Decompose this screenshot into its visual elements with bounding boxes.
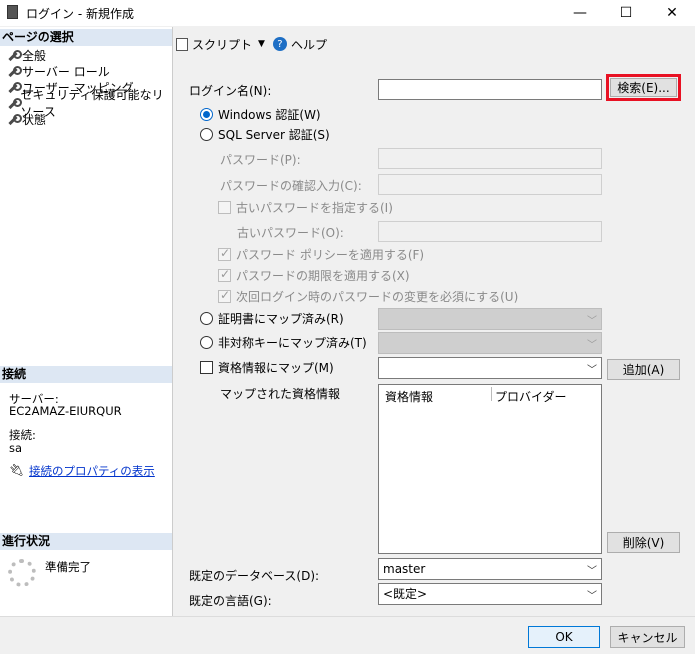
old-password-checkbox[interactable]: 古いパスワードを指定する(I) <box>218 199 393 216</box>
app-icon <box>7 5 18 19</box>
connection-value: sa <box>9 441 23 455</box>
close-button[interactable]: ✕ <box>649 0 695 26</box>
credential-map-checkbox[interactable]: 資格情報にマップ(M) <box>200 359 334 376</box>
radio-unselected[interactable] <box>200 336 213 349</box>
toolbar: スクリプト ▼ ? ヘルプ <box>176 33 327 55</box>
progress-header: 進行状況 <box>0 533 172 550</box>
chevron-down-icon: ﹀ <box>587 566 597 577</box>
grid-col-provider[interactable]: プロバイダー <box>495 388 567 405</box>
password-confirm-label: パスワードの確認入力(C): <box>220 179 362 193</box>
login-name-label: ログイン名(N): <box>189 84 272 98</box>
search-button[interactable]: 検索(E)... <box>610 78 677 97</box>
login-name-input[interactable] <box>378 79 602 100</box>
default-language-select[interactable]: <既定> ﹀ <box>378 583 602 605</box>
wrench-icon <box>7 81 22 93</box>
window-title: ログイン - 新規作成 <box>26 7 134 21</box>
chevron-down-icon: ﹀ <box>587 591 597 602</box>
grid-col-credential[interactable]: 資格情報 <box>385 388 433 405</box>
ok-button[interactable]: OK <box>528 626 600 648</box>
page-item-general[interactable]: 全般 <box>7 47 46 63</box>
mapped-credentials-label: マップされた資格情報 <box>220 387 341 401</box>
wrench-icon <box>7 49 22 61</box>
plug-icon: 🔌︎ <box>9 463 25 477</box>
page-item-status[interactable]: 状態 <box>7 111 46 127</box>
help-button[interactable]: ヘルプ <box>291 36 327 53</box>
cert-map-option[interactable]: 証明書にマップ済み(R) <box>200 310 344 327</box>
password-label: パスワード(P): <box>220 153 301 167</box>
progress-status: 準備完了 <box>45 560 91 574</box>
checkbox[interactable] <box>200 361 213 374</box>
wrench-icon <box>7 65 22 77</box>
credential-select[interactable]: ﹀ <box>378 357 602 379</box>
left-pane: ページの選択 全般 サーバー ロール ユーザー マッピング セキュリティ保護可能… <box>0 27 173 616</box>
default-language-label: 既定の言語(G): <box>189 594 272 608</box>
checkbox[interactable] <box>218 246 231 261</box>
old-password-input[interactable] <box>378 221 602 242</box>
footer-divider <box>0 616 695 617</box>
checkbox[interactable] <box>218 201 231 214</box>
checkbox[interactable] <box>218 267 231 282</box>
page-select-header: ページの選択 <box>0 29 172 46</box>
grid-col-divider <box>491 387 492 401</box>
checkbox[interactable] <box>218 288 231 303</box>
chevron-down-icon: ﹀ <box>587 340 597 351</box>
default-database-select[interactable]: master ﹀ <box>378 558 602 580</box>
windows-auth-option[interactable]: Windows 認証(W) <box>200 106 321 123</box>
radio-unselected[interactable] <box>200 128 213 141</box>
default-db-label: 既定のデータベース(D): <box>189 569 320 583</box>
connection-header: 接続 <box>0 366 172 383</box>
mapped-credentials-grid[interactable]: 資格情報 プロバイダー <box>378 384 602 554</box>
script-button[interactable]: スクリプト <box>192 36 252 53</box>
help-icon: ? <box>272 37 287 51</box>
maximize-button[interactable]: ☐ <box>603 0 649 26</box>
radio-selected[interactable] <box>200 108 213 121</box>
progress-spinner-icon <box>8 559 36 587</box>
chevron-down-icon: ﹀ <box>587 316 597 327</box>
minimize-button[interactable]: — <box>557 0 603 26</box>
page-item-securables[interactable]: セキュリティ保護可能なリソース <box>7 88 172 119</box>
old-password-label: 古いパスワード(O): <box>237 226 344 240</box>
title-bar: ログイン - 新規作成 — ☐ ✕ <box>0 0 695 26</box>
certificate-select[interactable]: ﹀ <box>378 308 602 330</box>
must-change-checkbox[interactable]: 次回ログイン時のパスワードの変更を必須にする(U) <box>218 288 518 305</box>
radio-unselected[interactable] <box>200 312 213 325</box>
wrench-icon <box>7 113 22 125</box>
policy-checkbox[interactable]: パスワード ポリシーを適用する(F) <box>218 246 424 263</box>
wrench-icon <box>7 97 23 109</box>
script-icon <box>176 37 188 51</box>
asym-key-select[interactable]: ﹀ <box>378 332 602 354</box>
remove-button[interactable]: 削除(V) <box>607 532 680 553</box>
cancel-button[interactable]: キャンセル <box>610 626 685 648</box>
password-confirm-input[interactable] <box>378 174 602 195</box>
add-button[interactable]: 追加(A) <box>607 359 680 380</box>
connection-properties-link[interactable]: 接続のプロパティの表示 <box>29 463 155 479</box>
chevron-down-icon[interactable]: ▼ <box>258 39 265 49</box>
asym-key-map-option[interactable]: 非対称キーにマップ済み(T) <box>200 334 367 351</box>
chevron-down-icon: ﹀ <box>587 365 597 376</box>
page-item-server-roles[interactable]: サーバー ロール <box>7 63 110 79</box>
server-value: EC2AMAZ-EIURQUR <box>9 404 122 418</box>
sql-auth-option[interactable]: SQL Server 認証(S) <box>200 126 330 143</box>
password-input[interactable] <box>378 148 602 169</box>
expiration-checkbox[interactable]: パスワードの期限を適用する(X) <box>218 267 410 284</box>
